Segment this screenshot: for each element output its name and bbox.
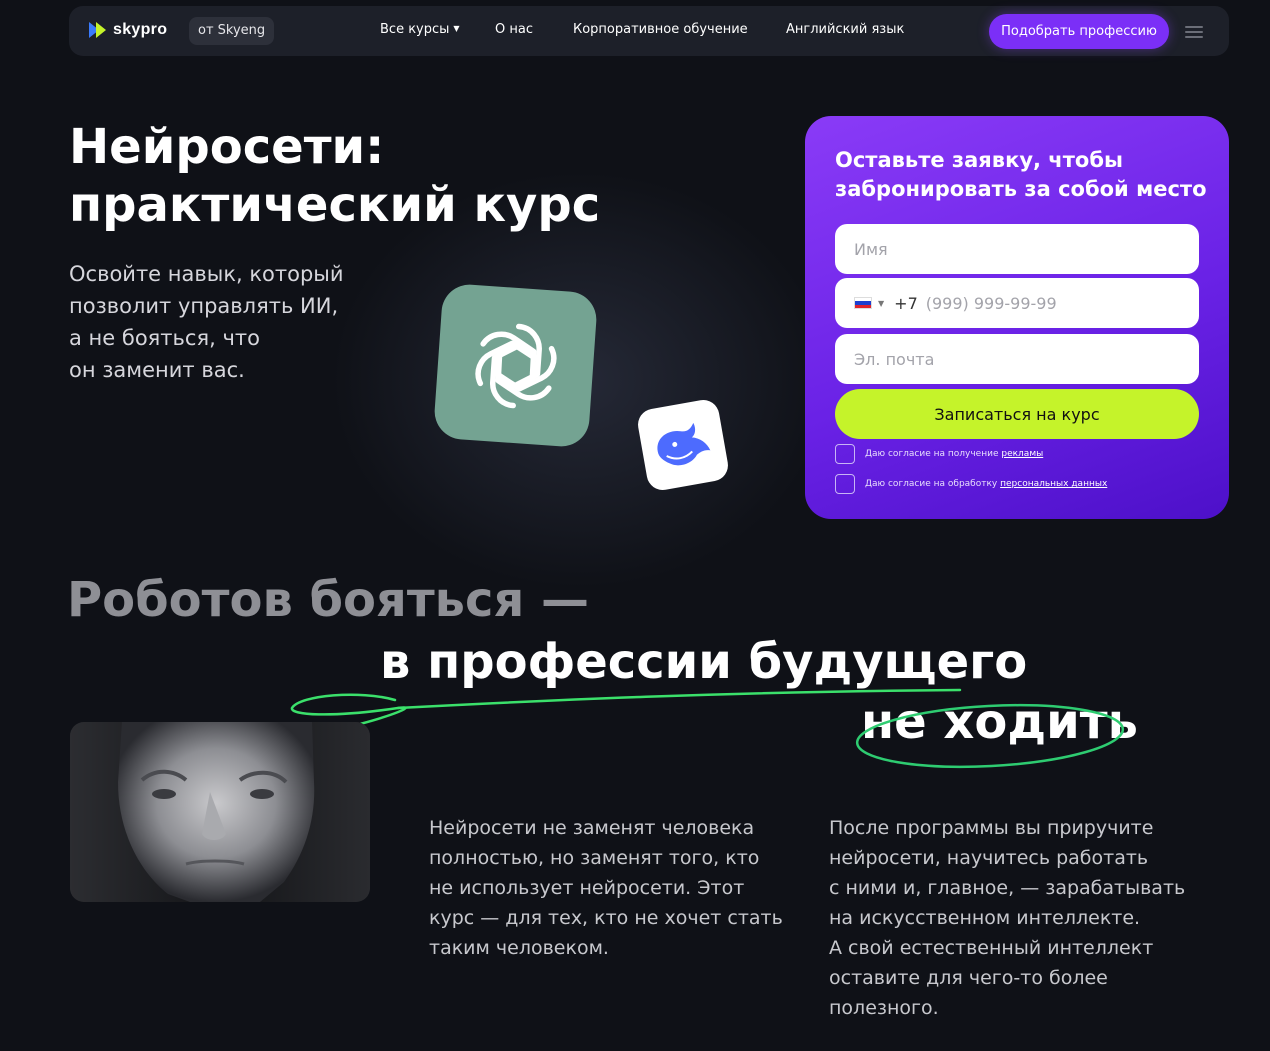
caret-down-icon: ▼ <box>453 24 460 33</box>
body-line: на искусственном интеллекте. <box>829 907 1141 929</box>
ads-link[interactable]: рекламы <box>1001 449 1043 459</box>
consent-personal-data-label: Даю согласие на обработку персональных д… <box>865 479 1107 489</box>
hero-title-line1: Нейросети: <box>69 119 385 175</box>
consent-ads-checkbox[interactable] <box>835 444 855 464</box>
hero-title: Нейросети: практический курс <box>69 118 669 234</box>
section-heading-line2: в профессии будущего <box>380 634 1028 690</box>
skypro-logo[interactable]: skypro <box>89 21 167 39</box>
nav-about[interactable]: О нас <box>495 22 533 37</box>
hero-title-line2: практический курс <box>69 177 601 233</box>
phone-field[interactable]: ▼ +7 <box>835 278 1199 328</box>
consent-personal-data-text: Даю согласие на обработку <box>865 479 1001 489</box>
section-heading-grey: Роботов бояться — <box>67 572 589 628</box>
body-text-col2: После программы вы приручите нейросети, … <box>829 813 1229 1023</box>
burger-icon[interactable] <box>1185 26 1203 38</box>
nav-all-courses[interactable]: Все курсы ▼ <box>380 22 460 37</box>
caret-down-icon[interactable]: ▼ <box>878 299 884 308</box>
logo-text: skypro <box>113 21 168 38</box>
hero-subtitle-line: а не бояться, что <box>69 326 260 350</box>
hero-subtitle-line: он заменит вас. <box>69 358 245 382</box>
enroll-button[interactable]: Записаться на курс <box>835 389 1199 439</box>
body-text-col1: Нейросети не заменят человека полностью,… <box>429 813 799 963</box>
signup-form-card: Оставьте заявку, чтобы забронировать за … <box>805 116 1229 519</box>
body-line: полностью, но заменят того, кто <box>429 847 760 869</box>
phone-country-code: +7 <box>894 293 918 313</box>
consent-ads-text: Даю согласие на получение <box>865 449 1002 459</box>
consent-personal-data: Даю согласие на обработку персональных д… <box>835 474 1107 494</box>
body-line: курс — для тех, кто не хочет стать <box>429 907 783 929</box>
body-line: не использует нейросети. Этот <box>429 877 745 899</box>
phone-input[interactable] <box>925 293 1176 313</box>
name-field[interactable] <box>835 224 1199 274</box>
robot-face-image <box>70 722 370 902</box>
section-heading-line3: не ходить <box>861 694 1138 750</box>
body-line: Нейросети не заменят человека <box>429 817 755 839</box>
personal-data-link[interactable]: персональных данных <box>1000 479 1107 489</box>
from-skyeng-badge[interactable]: от Skyeng <box>189 17 275 45</box>
chatgpt-logo-icon <box>432 282 599 449</box>
body-line: нейросети, научитесь работать <box>829 847 1149 869</box>
body-line: оставите для чего-то более <box>829 967 1108 989</box>
form-title: Оставьте заявку, чтобы забронировать за … <box>835 148 1207 201</box>
consent-ads: Даю согласие на получение рекламы <box>835 444 1043 464</box>
skypro-logo-icon <box>89 22 106 38</box>
top-navbar: skypro от Skyeng Все курсы ▼ О нас Корпор… <box>69 6 1229 56</box>
body-line: А свой естественный интеллект <box>829 937 1154 959</box>
consent-ads-label: Даю согласие на получение рекламы <box>865 449 1043 459</box>
nav-corporate[interactable]: Корпоративное обучение <box>573 22 748 37</box>
body-line: полезного. <box>829 997 939 1019</box>
hero-subtitle: Освойте навык, который позволит управлят… <box>69 258 389 386</box>
deepseek-logo-icon <box>635 397 731 493</box>
email-field[interactable] <box>835 334 1199 384</box>
body-line: После программы вы приручите <box>829 817 1154 839</box>
body-line: таким человеком. <box>429 937 609 959</box>
hero-subtitle-line: Освойте навык, который <box>69 262 344 286</box>
consent-personal-data-checkbox[interactable] <box>835 474 855 494</box>
nav-english[interactable]: Английский язык <box>786 22 904 37</box>
hero-subtitle-line: позволит управлять ИИ, <box>69 294 339 318</box>
choose-profession-button[interactable]: Подобрать профессию <box>989 14 1169 49</box>
body-line: с ними и, главное, — зарабатывать <box>829 877 1186 899</box>
nav-all-courses-label: Все курсы <box>380 22 450 37</box>
russia-flag-icon[interactable] <box>854 297 872 309</box>
